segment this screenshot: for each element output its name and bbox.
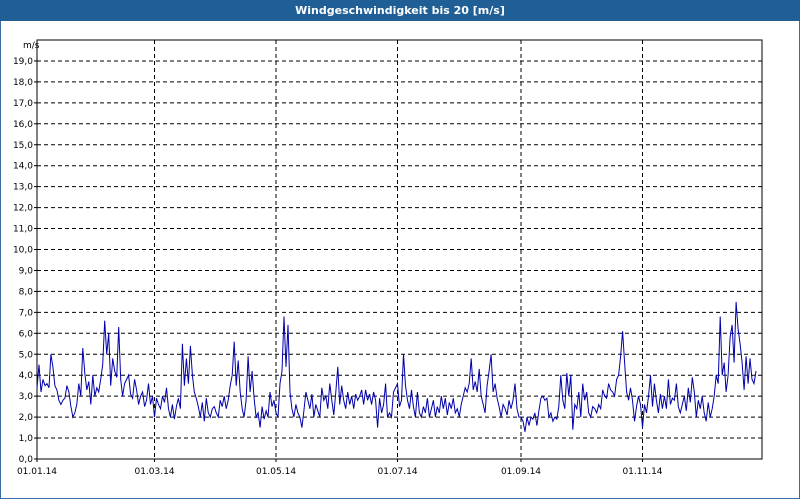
x-axis-ticks: 01.01.14 01.03.14 01.05.14 01.07.14 01.09.14… [17,459,663,477]
y-tick-label: 0,0 [19,455,34,465]
y-tick-label: 13,0 [13,183,33,193]
x-tick-label: 01.01.14 [17,467,57,477]
y-tick-label: 17,0 [13,99,33,109]
y-tick-label: 5,0 [19,350,34,360]
x-tick-label: 01.07.14 [377,467,417,477]
y-tick-label: 15,0 [13,141,33,151]
y-tick-label: 9,0 [19,266,34,276]
y-tick-label: 14,0 [13,162,33,172]
y-tick-label: 7,0 [19,308,34,318]
y-tick-label: 4,0 [19,371,34,381]
x-tick-label: 01.11.14 [622,467,662,477]
y-tick-label: 16,0 [13,120,33,130]
y-axis-ticks: 0,0 1,0 2,0 3,0 4,0 5,0 6,0 7,0 8,0 9,0 10,0 11,0 12… [13,57,37,465]
y-tick-label: 3,0 [19,392,34,402]
y-tick-label: 19,0 [13,57,33,67]
y-tick-label: 6,0 [19,329,34,339]
y-tick-label: 10,0 [13,246,33,256]
x-tick-label: 01.03.14 [134,467,174,477]
y-tick-label: 12,0 [13,204,33,214]
y-axis-unit: m/s [23,41,40,51]
line-chart: 0,0 1,0 2,0 3,0 4,0 5,0 6,0 7,0 8,0 9,0 10,0 11,0 12… [13,39,763,477]
y-tick-label: 11,0 [13,225,33,235]
x-tick-label: 01.09.14 [501,467,541,477]
y-tick-label: 1,0 [19,434,34,444]
y-tick-label: 18,0 [13,78,33,88]
x-tick-label: 01.05.14 [256,467,296,477]
chart-panel: 0,0 1,0 2,0 3,0 4,0 5,0 6,0 7,0 8,0 9,0 10,0 11,0 12… [0,21,800,499]
window-title: Windgeschwindigkeit bis 20 [m/s] [0,0,800,21]
y-tick-label: 8,0 [19,287,34,297]
y-tick-label: 2,0 [19,413,34,423]
